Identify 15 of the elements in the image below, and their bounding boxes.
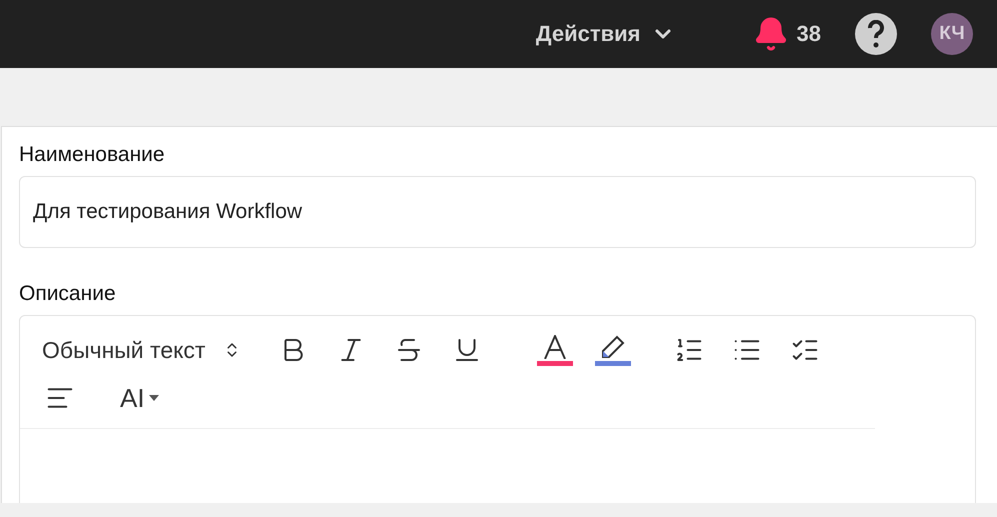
rich-text-editor[interactable]: Обычный текст AI [19,315,976,503]
notification-count: 38 [796,21,821,47]
name-input-field[interactable]: Для тестирования Workflow [19,176,976,248]
letter-a-icon [542,334,568,358]
question-mark-icon [867,20,885,48]
text-color-button[interactable] [537,332,574,368]
help-button[interactable] [855,13,897,55]
field-label: Описание [19,282,117,306]
caret-icon [148,395,159,401]
ai-menu-button[interactable]: AI [120,382,159,414]
pencil-icon [600,334,626,358]
user-avatar[interactable]: КЧ [931,13,973,55]
field-label: Наименование [19,143,166,167]
actions-menu[interactable]: Действия [536,21,675,47]
text-style-select[interactable]: Обычный текст [42,336,242,364]
